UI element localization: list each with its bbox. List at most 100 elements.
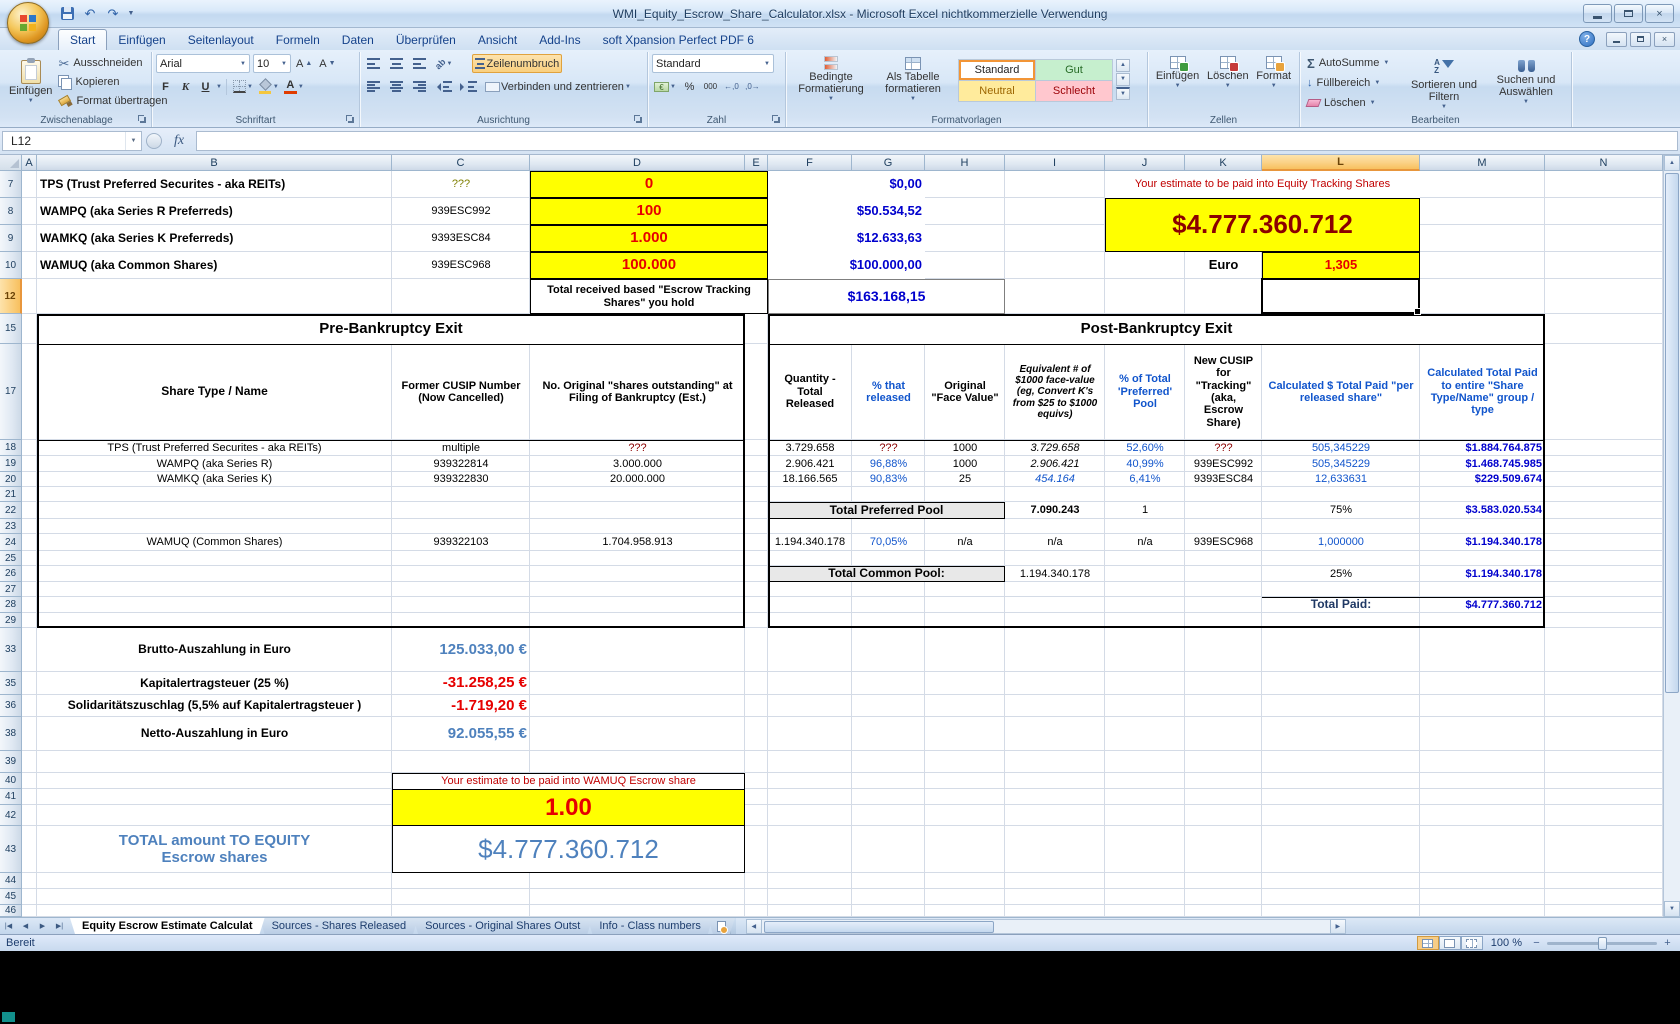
cell-M17[interactable]: Calculated Total Paid to entire "Share T… bbox=[1420, 344, 1545, 440]
align-middle-button[interactable] bbox=[387, 54, 406, 73]
cell-I19[interactable]: 2.906.421 bbox=[1005, 456, 1105, 472]
find-select-button[interactable]: Suchen und Auswählen ▼ bbox=[1485, 54, 1567, 107]
office-button[interactable] bbox=[7, 2, 49, 44]
cell-C40[interactable]: Your estimate to be paid into WAMUQ Escr… bbox=[392, 773, 745, 789]
cell-D17[interactable]: No. Original "shares outstanding" at Fil… bbox=[530, 344, 745, 440]
cell-H17[interactable]: Original "Face Value" bbox=[925, 344, 1005, 440]
cell-J24[interactable]: n/a bbox=[1105, 534, 1185, 551]
normal-view-button[interactable] bbox=[1417, 936, 1439, 950]
page-layout-view-button[interactable] bbox=[1439, 936, 1461, 950]
cell-D9[interactable]: 1.000 bbox=[530, 225, 768, 252]
row-header-8[interactable]: 8 bbox=[0, 198, 22, 225]
cell-J18[interactable]: 52,60% bbox=[1105, 440, 1185, 456]
sheet-tab-sources-shares-released[interactable]: Sources - Shares Released bbox=[260, 918, 419, 934]
cell-G18[interactable]: ??? bbox=[852, 440, 925, 456]
cell-F26[interactable]: Total Common Pool: bbox=[768, 566, 1005, 582]
row-header-21[interactable]: 21 bbox=[0, 487, 22, 502]
fx-button[interactable]: fx bbox=[166, 133, 192, 149]
column-header-A[interactable]: A bbox=[22, 155, 37, 171]
cell-J20[interactable]: 6,41% bbox=[1105, 472, 1185, 487]
cell-C24[interactable]: 939322103 bbox=[392, 534, 530, 551]
column-header-E[interactable]: E bbox=[745, 155, 768, 171]
name-box[interactable]: L12 ▼ bbox=[2, 131, 142, 151]
last-sheet-button[interactable]: ▶| bbox=[51, 918, 68, 934]
clear-button[interactable]: Löschen ▼ bbox=[1304, 94, 1403, 112]
tab-ansicht[interactable]: Ansicht bbox=[467, 30, 528, 50]
cell-B17[interactable]: Share Type / Name bbox=[37, 344, 392, 440]
column-header-C[interactable]: C bbox=[392, 155, 530, 171]
cell-L10[interactable]: 1,305 bbox=[1262, 252, 1420, 279]
delete-cells-button[interactable]: Löschen ▼ bbox=[1204, 54, 1252, 91]
scroll-right-button[interactable]: ▶ bbox=[1330, 919, 1346, 934]
cell-L26[interactable]: 25% bbox=[1262, 566, 1420, 582]
row-header-18[interactable]: 18 bbox=[0, 440, 22, 456]
cell-D10[interactable]: 100.000 bbox=[530, 252, 768, 279]
cell-J17[interactable]: % of Total 'Preferred' Pool bbox=[1105, 344, 1185, 440]
cell-L20[interactable]: 12,633631 bbox=[1262, 472, 1420, 487]
redo-button[interactable]: ↷ bbox=[102, 4, 124, 23]
page-break-view-button[interactable] bbox=[1461, 936, 1483, 950]
grow-font-button[interactable]: A ▲ bbox=[294, 54, 314, 73]
cell-D8[interactable]: 100 bbox=[530, 198, 768, 225]
select-all-corner[interactable] bbox=[0, 155, 22, 171]
scroll-up-button[interactable]: ▲ bbox=[1664, 155, 1680, 171]
style-standard[interactable]: Standard bbox=[959, 60, 1035, 80]
tab-soft-xpansion[interactable]: soft Xpansion Perfect PDF 6 bbox=[592, 30, 765, 50]
cell-B38[interactable]: Netto-Auszahlung in Euro bbox=[37, 717, 392, 751]
accounting-format-button[interactable]: € ▼ bbox=[652, 77, 678, 96]
row-header-15[interactable]: 15 bbox=[0, 314, 22, 344]
help-button[interactable]: ? bbox=[1579, 31, 1595, 47]
cell-D19[interactable]: 3.000.000 bbox=[530, 456, 745, 472]
row-header-41[interactable]: 41 bbox=[0, 789, 22, 805]
scroll-left-button[interactable]: ◀ bbox=[746, 919, 762, 934]
cell-I20[interactable]: 454.164 bbox=[1005, 472, 1105, 487]
tab-einfuegen[interactable]: Einfügen bbox=[107, 30, 176, 50]
align-left-button[interactable] bbox=[364, 77, 383, 96]
row-header-36[interactable]: 36 bbox=[0, 695, 22, 717]
column-header-H[interactable]: H bbox=[925, 155, 1005, 171]
name-box-dropdown[interactable]: ▼ bbox=[125, 132, 141, 150]
decrease-indent-button[interactable] bbox=[433, 77, 454, 96]
zoom-level[interactable]: 100 % bbox=[1491, 937, 1522, 949]
save-button[interactable] bbox=[56, 4, 78, 23]
row-header-33[interactable]: 33 bbox=[0, 628, 22, 672]
row-header-26[interactable]: 26 bbox=[0, 566, 22, 582]
align-right-button[interactable] bbox=[410, 77, 429, 96]
cell-F10[interactable]: $100.000,00 bbox=[768, 252, 925, 279]
cell-I24[interactable]: n/a bbox=[1005, 534, 1105, 551]
row-header-39[interactable]: 39 bbox=[0, 751, 22, 773]
column-header-B[interactable]: B bbox=[37, 155, 392, 171]
cell-K17[interactable]: New CUSIP for "Tracking" (aka, Escrow Sh… bbox=[1185, 344, 1262, 440]
fill-color-button[interactable]: ▼ bbox=[256, 77, 281, 96]
align-bottom-button[interactable] bbox=[410, 54, 429, 73]
cell-D24[interactable]: 1.704.958.913 bbox=[530, 534, 745, 551]
cell-M26[interactable]: $1.194.340.178 bbox=[1420, 566, 1545, 582]
column-header-I[interactable]: I bbox=[1005, 155, 1105, 171]
first-sheet-button[interactable]: |◀ bbox=[0, 918, 17, 934]
cell-C35[interactable]: -31.258,25 € bbox=[392, 672, 530, 695]
cell-L22[interactable]: 75% bbox=[1262, 502, 1420, 519]
row-header-24[interactable]: 24 bbox=[0, 534, 22, 551]
cell-B8[interactable]: WAMPQ (aka Series R Preferreds) bbox=[37, 198, 392, 225]
qat-customize-button[interactable]: ▼ bbox=[125, 4, 137, 23]
cell-B18[interactable]: TPS (Trust Preferred Securites - aka REI… bbox=[37, 440, 392, 456]
format-as-table-button[interactable]: Als Tabelle formatieren ▼ bbox=[872, 55, 954, 104]
sheet-tab-sources-original-shares[interactable]: Sources - Original Shares Outst bbox=[413, 918, 592, 934]
cell-K24[interactable]: 939ESC968 bbox=[1185, 534, 1262, 551]
cell-K20[interactable]: 9393ESC84 bbox=[1185, 472, 1262, 487]
cell-C19[interactable]: 939322814 bbox=[392, 456, 530, 472]
cell-F7[interactable]: $0,00 bbox=[768, 171, 925, 198]
autosum-button[interactable]: Σ AutoSumme ▼ bbox=[1304, 54, 1403, 72]
column-header-M[interactable]: M bbox=[1420, 155, 1545, 171]
sheet-tab-equity-escrow-estimate[interactable]: Equity Escrow Estimate Calculat bbox=[70, 918, 265, 934]
cell-M22[interactable]: $3.583.020.534 bbox=[1420, 502, 1545, 519]
row-header-20[interactable]: 20 bbox=[0, 472, 22, 487]
selected-cell-L12[interactable] bbox=[1261, 278, 1420, 314]
cell-I17[interactable]: Equivalent # of $1000 face-value (eg, Co… bbox=[1005, 344, 1105, 440]
cell-K19[interactable]: 939ESC992 bbox=[1185, 456, 1262, 472]
maximize-button[interactable] bbox=[1614, 4, 1643, 23]
cell-B15[interactable]: Pre-Bankruptcy Exit bbox=[37, 314, 745, 344]
row-header-29[interactable]: 29 bbox=[0, 613, 22, 628]
cell-K10[interactable]: Euro bbox=[1185, 252, 1262, 279]
cell-F8[interactable]: $50.534,52 bbox=[768, 198, 925, 225]
